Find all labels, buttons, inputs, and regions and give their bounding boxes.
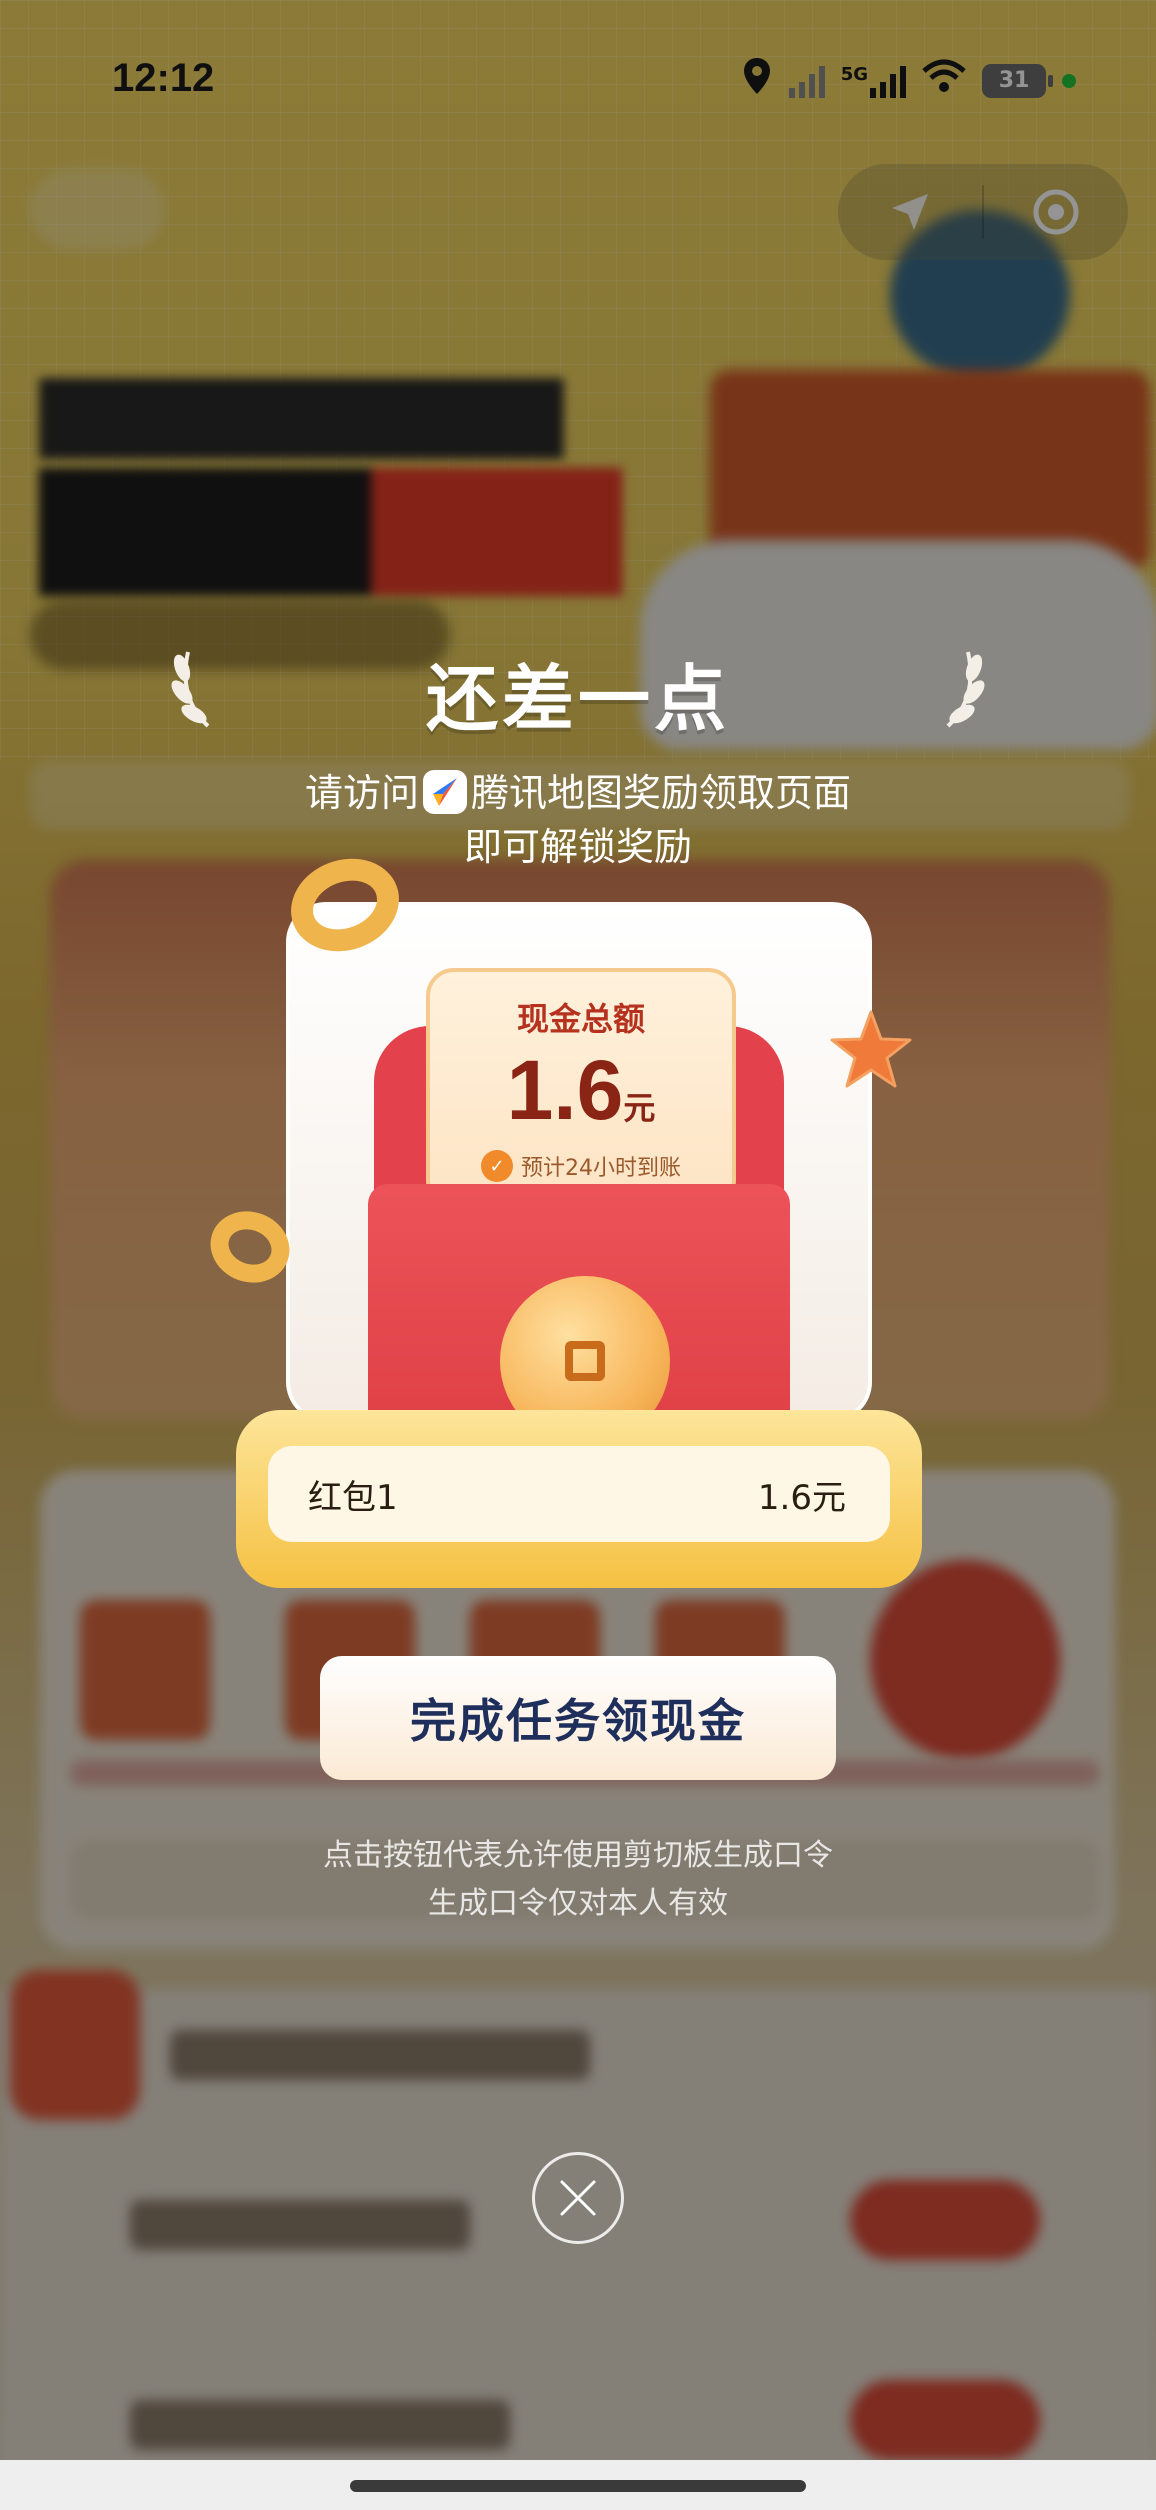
close-button[interactable] — [532, 2152, 624, 2244]
cash-total-label: 现金总额 — [516, 1000, 645, 1038]
cash-total-amount: 1.6元 — [430, 1048, 732, 1132]
close-icon — [560, 2180, 596, 2216]
clipboard-hint: 点击按钮代表允许使用剪切板生成口令 — [323, 1838, 833, 1873]
cash-slip: 现金总额 1.6元 ✓ 预计24小时到账 — [426, 968, 736, 1208]
cash-amount-unit: 元 — [623, 1090, 656, 1126]
reward-summary-tray: 红包1 1.6元 — [236, 1410, 922, 1588]
complete-task-button[interactable]: 完成任务领现金 — [320, 1656, 836, 1780]
home-indicator[interactable] — [350, 2480, 806, 2492]
subtitle-prefix: 请访问 — [304, 771, 419, 815]
tencent-map-logo-icon — [423, 770, 467, 814]
star-icon — [826, 1006, 916, 1100]
payout-eta-text: 预计24小时到账 — [521, 1156, 681, 1181]
token-hint: 生成口令仅对本人有效 — [428, 1886, 728, 1921]
subtitle-app-name: 腾讯地图奖励领取页面 — [471, 771, 852, 815]
modal-subtitle: 请访问 腾讯地图奖励领取页面 — [0, 762, 1156, 817]
cash-amount-value: 1.6 — [506, 1043, 624, 1137]
checkmark-icon: ✓ — [481, 1150, 513, 1182]
payout-eta: ✓ 预计24小时到账 — [430, 1150, 732, 1182]
prize-card: 现金总额 1.6元 ✓ 预计24小时到账 — [286, 902, 872, 1422]
reward-row: 红包1 1.6元 — [268, 1446, 890, 1542]
laurel-right-icon — [936, 648, 988, 732]
reward-name: 红包1 — [308, 1477, 398, 1518]
modal-subtitle-line2: 即可解锁奖励 — [463, 825, 692, 869]
reward-value: 1.6元 — [757, 1477, 846, 1518]
